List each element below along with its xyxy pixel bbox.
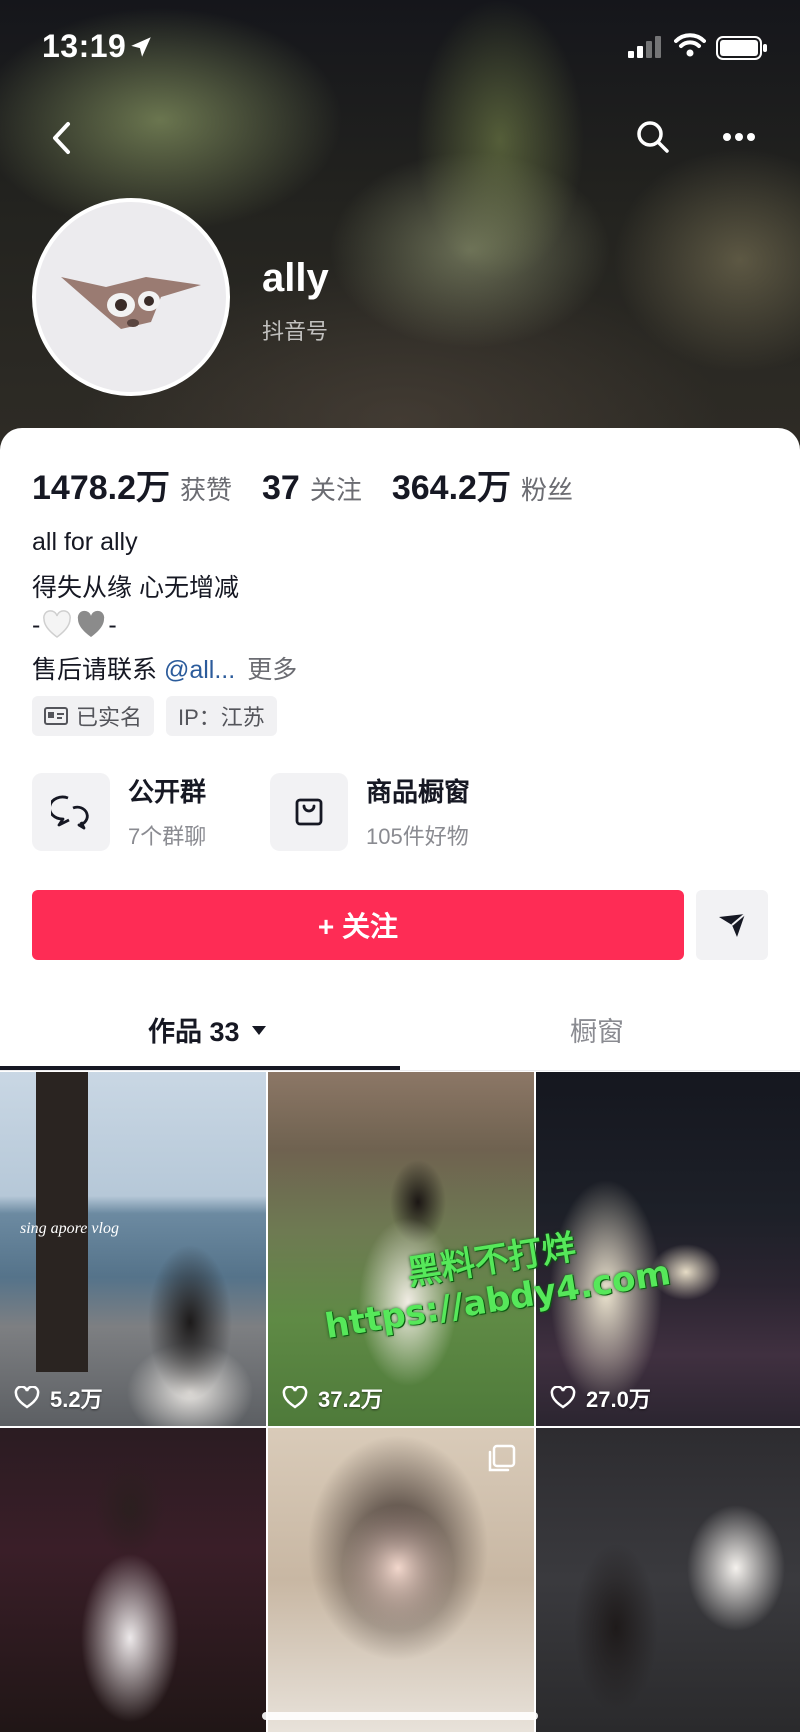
share-button[interactable] bbox=[696, 890, 768, 960]
followers-label: 粉丝 bbox=[520, 475, 573, 505]
video-likes-count: 37.2万 bbox=[318, 1387, 383, 1412]
group-chat-icon bbox=[51, 795, 89, 829]
more-dots-icon bbox=[723, 133, 755, 141]
back-button[interactable] bbox=[40, 116, 84, 160]
white-heart-icon bbox=[43, 610, 72, 638]
home-indicator[interactable] bbox=[262, 1712, 538, 1720]
tab-works[interactable]: 作品 33 bbox=[148, 1010, 268, 1049]
following-label: 关注 bbox=[309, 475, 362, 505]
public-group-entry[interactable]: 公开群 7个群聊 bbox=[32, 772, 206, 851]
video-overlay-caption: sing apore vlog bbox=[20, 1220, 119, 1237]
bio-dash-left: - bbox=[32, 610, 41, 639]
verified-tag[interactable]: 已实名 bbox=[32, 696, 155, 736]
shop-title: 商品橱窗 bbox=[366, 777, 471, 807]
verified-label: 已实名 bbox=[76, 705, 143, 730]
video-likes: 37.2万 bbox=[282, 1382, 383, 1414]
tab-divider bbox=[0, 1070, 800, 1071]
followers-stat[interactable]: 364.2万 粉丝 bbox=[392, 460, 573, 509]
likes-count: 1478.2万 bbox=[32, 469, 170, 507]
video-thumbnail[interactable] bbox=[536, 1428, 800, 1732]
group-subtitle: 7个群聊 bbox=[128, 824, 207, 849]
bio-line-2: 得失从缘 心无增减 bbox=[32, 574, 239, 602]
battery-icon bbox=[716, 36, 767, 60]
id-card-icon bbox=[44, 707, 68, 725]
grey-heart-icon bbox=[78, 610, 105, 637]
bio-contact-text: 售后请联系 bbox=[32, 656, 164, 684]
more-options-button[interactable] bbox=[716, 114, 762, 160]
heart-outline-icon bbox=[550, 1386, 576, 1409]
tab-shop-window[interactable]: 橱窗 bbox=[570, 1010, 624, 1049]
tab-works-label: 作品 33 bbox=[148, 1017, 240, 1047]
search-button[interactable] bbox=[630, 114, 676, 160]
video-likes: 5.2万 bbox=[14, 1382, 103, 1414]
followers-count: 364.2万 bbox=[391, 469, 511, 507]
likes-stat[interactable]: 1478.2万 获赞 bbox=[32, 460, 232, 509]
shopping-bag-icon bbox=[295, 798, 323, 825]
video-thumbnail[interactable]: sing apore vlog 5.2万 bbox=[0, 1072, 266, 1426]
following-count: 37 bbox=[262, 469, 300, 507]
shop-window-entry[interactable]: 商品橱窗 105件好物 bbox=[270, 772, 470, 851]
status-bar: 13:19 bbox=[0, 0, 800, 96]
ip-location-label: IP：江苏 bbox=[178, 705, 265, 730]
bio-mention-link[interactable]: @all... bbox=[164, 656, 235, 684]
multi-image-icon bbox=[488, 1444, 516, 1472]
follow-button[interactable]: + 关注 bbox=[32, 890, 684, 960]
profile-tags: 已实名 IP：江苏 bbox=[32, 696, 289, 736]
likes-label: 获赞 bbox=[180, 475, 233, 505]
wifi-icon bbox=[674, 33, 706, 57]
chevron-left-icon bbox=[53, 122, 70, 154]
bio-line-1: all for ally bbox=[32, 528, 138, 556]
username: ally bbox=[262, 256, 329, 300]
bio-more-link[interactable]: 更多 bbox=[247, 656, 297, 684]
video-likes-count: 5.2万 bbox=[50, 1387, 103, 1412]
tab-window-label: 橱窗 bbox=[570, 1017, 624, 1047]
shop-subtitle: 105件好物 bbox=[366, 824, 469, 849]
video-likes: 27.0万 bbox=[550, 1382, 651, 1414]
video-thumbnail[interactable] bbox=[268, 1428, 534, 1732]
location-arrow-icon bbox=[131, 37, 151, 57]
bio-dash-right: - bbox=[108, 610, 117, 639]
status-time: 13:19 bbox=[42, 28, 127, 64]
heart-outline-icon bbox=[282, 1386, 308, 1409]
video-likes-count: 27.0万 bbox=[586, 1387, 651, 1412]
douyin-id-label[interactable]: 抖音号 bbox=[262, 314, 328, 346]
video-thumbnail[interactable] bbox=[0, 1428, 266, 1732]
bio-line-4: 售后请联系 @all... 更多 bbox=[32, 650, 297, 686]
bio-line-3: - - bbox=[32, 610, 117, 640]
send-arrow-icon bbox=[719, 913, 746, 937]
following-stat[interactable]: 37 关注 bbox=[262, 469, 362, 508]
group-title: 公开群 bbox=[128, 777, 207, 807]
caret-down-icon bbox=[251, 1025, 266, 1035]
search-icon bbox=[637, 121, 669, 153]
profile-stats: 1478.2万 获赞 37 关注 364.2万 粉丝 bbox=[32, 460, 603, 509]
heart-outline-icon bbox=[14, 1386, 40, 1409]
avatar[interactable] bbox=[32, 198, 230, 396]
ip-location-tag: IP：江苏 bbox=[166, 696, 277, 736]
cellular-signal-icon bbox=[628, 36, 661, 58]
deer-avatar-icon bbox=[61, 277, 201, 329]
